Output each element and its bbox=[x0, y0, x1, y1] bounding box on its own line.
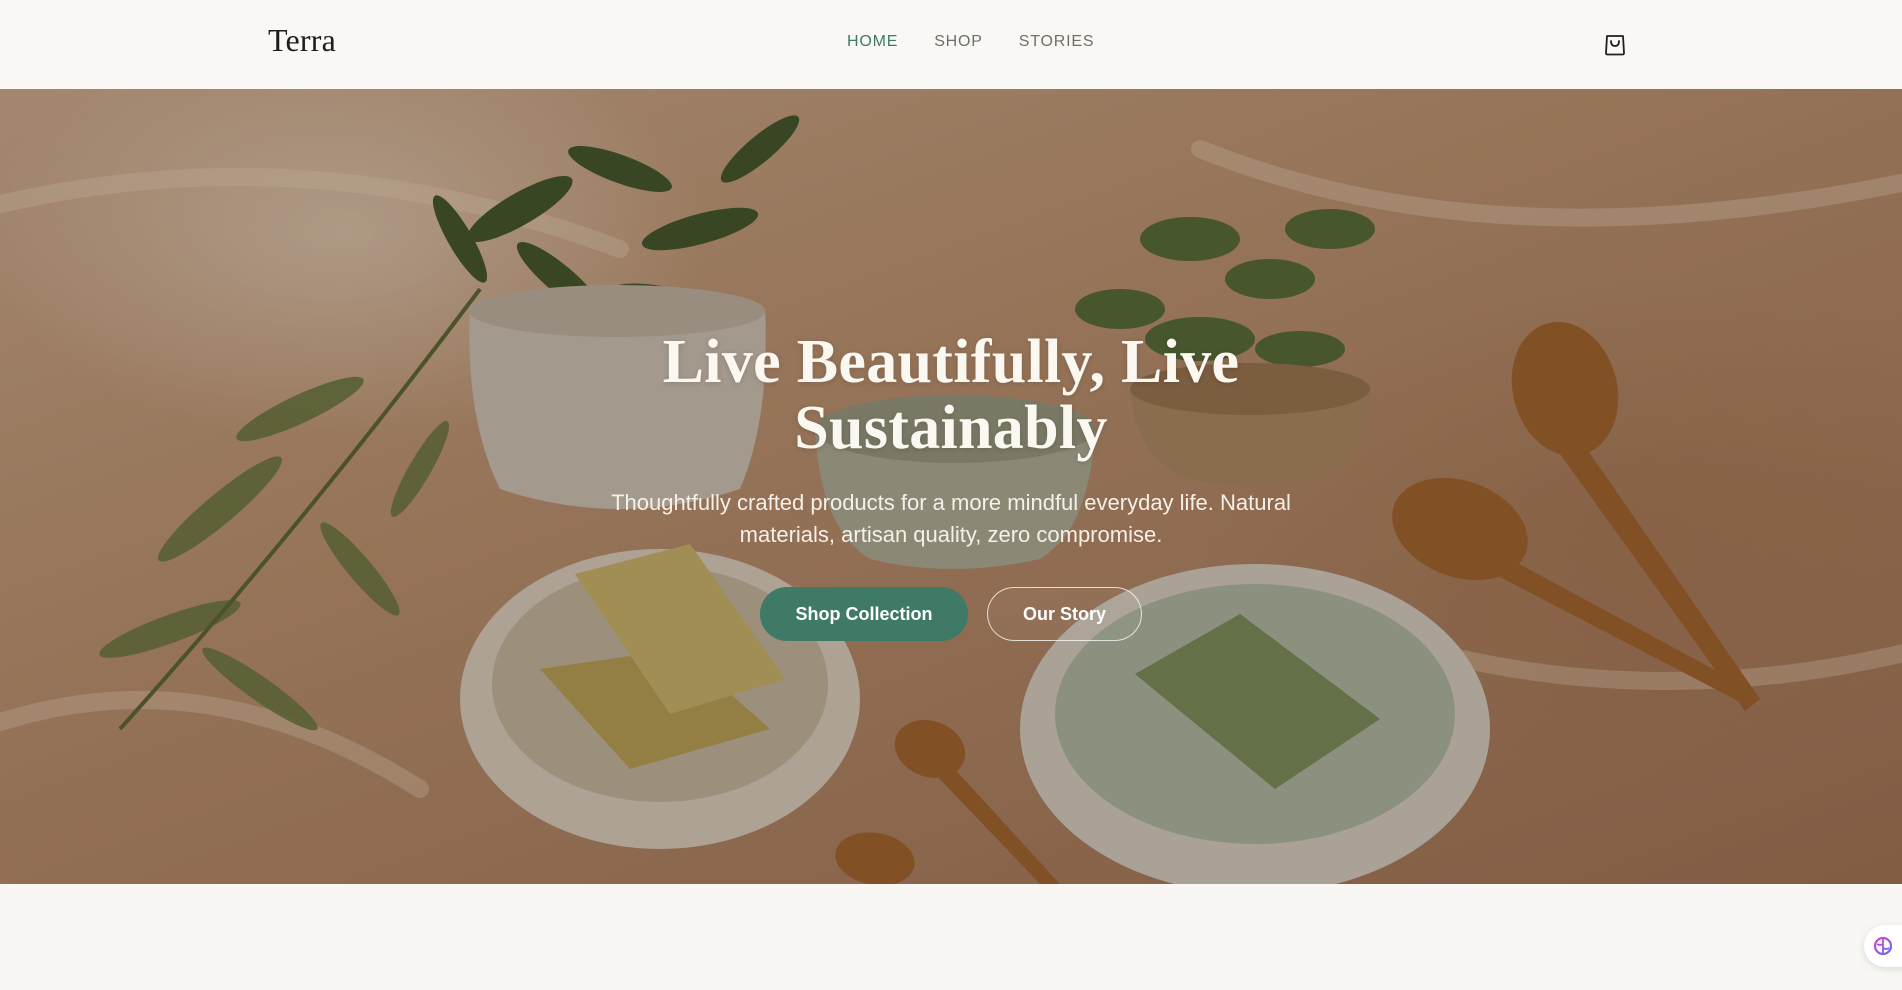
main-nav: HOME SHOP STORIES bbox=[847, 33, 1094, 51]
shopping-bag-icon bbox=[1605, 35, 1625, 56]
hero-title: Live Beautifully, Live Sustainably bbox=[551, 329, 1351, 461]
cart-button[interactable] bbox=[1603, 31, 1627, 57]
hero-title-line-1: Live Beautifully, Live bbox=[662, 328, 1240, 396]
hero-subtitle: Thoughtfully crafted products for a more… bbox=[611, 490, 1291, 547]
brain-icon bbox=[1873, 936, 1893, 956]
our-story-button[interactable]: Our Story bbox=[987, 587, 1142, 641]
shop-collection-button[interactable]: Shop Collection bbox=[760, 587, 968, 641]
hero-actions: Shop Collection Our Story bbox=[551, 587, 1351, 641]
hero-section: Live Beautifully, Live Sustainably Thoug… bbox=[0, 89, 1902, 884]
nav-link-stories[interactable]: STORIES bbox=[1019, 33, 1095, 51]
logo[interactable]: Terra bbox=[268, 22, 336, 59]
hero-title-line-2: Sustainably bbox=[794, 394, 1108, 462]
floating-assistant-button[interactable] bbox=[1864, 925, 1902, 967]
nav-link-shop[interactable]: SHOP bbox=[934, 33, 983, 51]
nav-link-home[interactable]: HOME bbox=[847, 33, 898, 51]
hero-content: Live Beautifully, Live Sustainably Thoug… bbox=[551, 329, 1351, 641]
site-header: Terra HOME SHOP STORIES bbox=[0, 0, 1902, 89]
